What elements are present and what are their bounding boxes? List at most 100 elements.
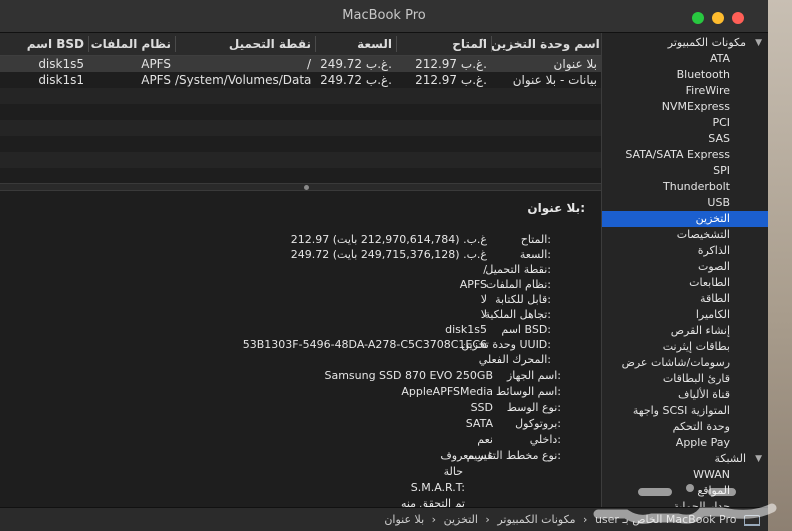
detail-label: اسم الوسائط: — [496, 385, 561, 398]
sidebar-item[interactable]: بطاقات إيثرنت — [602, 339, 768, 355]
empty-row — [0, 104, 601, 120]
title-bar: MacBook Pro — [0, 0, 768, 33]
sidebar-item-label: Apple Pay — [675, 436, 730, 449]
cell-file-system: APFS — [141, 57, 171, 71]
column-header-volume-name[interactable]: اسم وحدة التخزين — [491, 33, 601, 55]
sidebar-item-label: الطاقة — [700, 292, 730, 305]
empty-row — [0, 120, 601, 136]
detail-value: Samsung SSD 870 EVO 250GB — [324, 369, 493, 382]
sidebar-item[interactable]: NVMExpress — [602, 99, 768, 115]
sidebar-item[interactable]: Bluetooth — [602, 67, 768, 83]
cell-bsd-name: disk1s1 — [38, 73, 84, 87]
cell-available: 212.97 غ.ب. — [415, 73, 487, 87]
minimize-button[interactable] — [712, 12, 724, 24]
detail-value: disk1s5 — [445, 323, 487, 336]
sidebar-item-label: إنشاء القرص — [670, 324, 730, 337]
sidebar-item-label: الشبكة — [714, 452, 746, 465]
sidebar-item[interactable]: Thunderbolt — [602, 179, 768, 195]
window-title: MacBook Pro — [342, 8, 426, 23]
detail-value: / — [483, 263, 487, 276]
sidebar-item[interactable]: وحدة التحكم — [602, 419, 768, 435]
empty-row — [0, 168, 601, 184]
detail-value: APFS — [459, 278, 487, 291]
breadcrumb-volume[interactable]: بلا عنوان — [384, 513, 424, 526]
detail-label: بروتوكول: — [515, 417, 561, 430]
sidebar-item-label: التخزين — [695, 212, 730, 225]
breadcrumb-hardware[interactable]: مكونات الكمبيوتر — [497, 513, 575, 526]
breadcrumb-separator: ‹ — [431, 513, 437, 526]
detail-pane: اسم وحدة التخزين ⌃ المتاح السعة نقطة الت… — [0, 33, 601, 510]
sidebar-item[interactable]: USB — [602, 195, 768, 211]
desktop-background — [768, 0, 792, 531]
sidebar-item[interactable]: قارئ البطاقات — [602, 371, 768, 387]
sidebar-item[interactable]: FireWire — [602, 83, 768, 99]
detail-label: تجاهل الملكية: — [484, 308, 551, 321]
detail-value: AppleAPFSMedia — [401, 385, 493, 398]
zoom-button[interactable] — [692, 12, 704, 24]
sidebar-item[interactable]: الصوت — [602, 259, 768, 275]
sidebar-item[interactable]: ATA — [602, 51, 768, 67]
breadcrumb-storage[interactable]: التخزين — [444, 513, 478, 526]
sidebar-item-label: PCI — [712, 116, 730, 129]
sidebar-item[interactable]: Apple Pay — [602, 435, 768, 451]
sidebar-item[interactable]: واجهة SCSI المتوازية — [602, 403, 768, 419]
column-header-file-system[interactable]: نظام الملفات — [88, 33, 175, 55]
disclosure-triangle-icon[interactable]: ▼ — [755, 451, 762, 467]
sidebar-item-label: مكونات الكمبيوتر — [667, 36, 746, 49]
detail-label: المتاح: — [520, 233, 551, 246]
cell-volume-name: بيانات - بلا عنوان — [512, 73, 597, 87]
sidebar-item[interactable]: قناة الألياف — [602, 387, 768, 403]
sidebar-group[interactable]: مكونات الكمبيوتر ▼ — [602, 35, 768, 51]
sidebar-item[interactable]: الطاقة — [602, 291, 768, 307]
sidebar-item[interactable]: الطابعات — [602, 275, 768, 291]
sidebar-item-label: وحدة التحكم — [672, 420, 730, 433]
sidebar-item-label: قناة الألياف — [678, 388, 730, 401]
sidebar-item[interactable]: رسومات/شاشات عرض — [602, 355, 768, 371]
sidebar-item[interactable]: SAS — [602, 131, 768, 147]
sidebar-item-label: Thunderbolt — [663, 180, 730, 193]
table-row[interactable]: بيانات - بلا عنوان 212.97 غ.ب. 249.72 غ.… — [0, 72, 601, 88]
sidebar-item[interactable]: SPI — [602, 163, 768, 179]
smart-label: S.M.A.R.T: — [410, 481, 465, 494]
detail-label: نوع الوسط: — [506, 401, 561, 414]
detail-label: نقطة التحميل: — [485, 263, 551, 276]
detail-value: 249.72 غ.ب. (249,715,376,128 بايت) — [290, 248, 487, 261]
sidebar-group[interactable]: الشبكة ▼ — [602, 451, 768, 467]
sidebar-item[interactable]: التشخيصات — [602, 227, 768, 243]
divider-handle-icon[interactable] — [304, 185, 309, 190]
split-view-divider[interactable] — [0, 183, 601, 191]
disclosure-triangle-icon[interactable]: ▼ — [755, 35, 762, 51]
sidebar-item[interactable]: إنشاء القرص — [602, 323, 768, 339]
sidebar-item-label: قارئ البطاقات — [662, 372, 730, 385]
sidebar-item[interactable]: الكاميرا — [602, 307, 768, 323]
sidebar-item[interactable]: PCI — [602, 115, 768, 131]
physical-drive-heading: المحرك الفعلي: — [478, 353, 551, 366]
detail-value: SATA — [465, 417, 493, 430]
table-row[interactable]: بلا عنوان 212.97 غ.ب. 249.72 غ.ب. / APFS… — [0, 56, 601, 72]
close-button[interactable] — [732, 12, 744, 24]
breadcrumb-separator: ‹ — [485, 513, 490, 526]
sidebar-item-label: NVMExpress — [661, 100, 730, 113]
sidebar-item-label: USB — [707, 196, 730, 209]
sidebar-item[interactable]: التخزين — [602, 211, 768, 227]
column-header-bsd-name[interactable]: اسم BSD — [0, 33, 88, 55]
empty-row — [0, 136, 601, 152]
column-header-capacity[interactable]: السعة — [315, 33, 396, 55]
sidebar-item-label: واجهة SCSI المتوازية — [632, 404, 730, 417]
column-header-available[interactable]: المتاح — [396, 33, 491, 55]
cell-volume-name: بلا عنوان — [553, 57, 597, 71]
sidebar-item-label: رسومات/شاشات عرض — [621, 356, 730, 369]
sidebar-item-label: Bluetooth — [676, 68, 730, 81]
column-header-mount-point[interactable]: نقطة التحميل — [175, 33, 315, 55]
sidebar-item-label: الطابعات — [689, 276, 730, 289]
detail-value: نعم — [477, 433, 493, 446]
detail-label: اسم الجهاز: — [506, 369, 561, 382]
empty-row — [0, 152, 601, 168]
sidebar-item[interactable]: SATA/SATA Express — [602, 147, 768, 163]
detail-value: 212.97 غ.ب. (212,970,614,784 بايت) — [290, 233, 487, 246]
detail-label: قابل للكتابة: — [495, 293, 551, 306]
sidebar-item[interactable]: الذاكرة — [602, 243, 768, 259]
detail-value: SSD — [470, 401, 493, 414]
category-sidebar: مكونات الكمبيوتر ▼ ATA Bluetooth FireWire NVM… — [602, 33, 768, 513]
sidebar-item-label: بطاقات إيثرنت — [662, 340, 730, 353]
